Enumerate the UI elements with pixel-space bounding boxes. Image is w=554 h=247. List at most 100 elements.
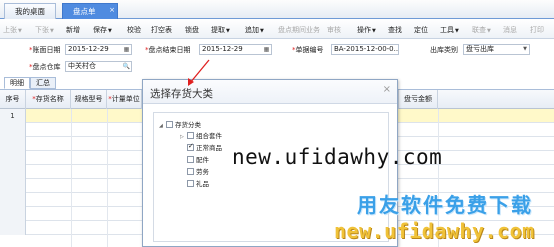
row-number [0,207,26,221]
tab-inventory-count[interactable]: 盘点单 × [62,3,118,19]
toolbar-button-1[interactable]: 下张▼ [35,25,54,35]
dialog-titlebar: 选择存货大类 × [143,80,397,104]
checkbox[interactable] [187,168,194,175]
toolbar-button-15[interactable]: 联查▼ [472,25,491,35]
out-type-label: 出库类别 [430,46,458,54]
toolbar-button-9[interactable]: 盘点期间业务 [278,25,320,35]
chevron-down-icon: ▼ [18,28,22,34]
toolbar-button-label: 下张 [35,26,49,34]
tree-node-parts[interactable]: 配件 [187,156,209,165]
toolbar-button-label: 消息 [503,26,517,34]
warehouse-field[interactable]: 中关村仓 🔍 [65,61,132,72]
toolbar-button-label: 工具 [440,26,454,34]
close-icon[interactable]: × [383,84,391,95]
toolbar-button-label: 校验 [127,26,141,34]
row-number [0,165,26,179]
document-tab-bar: 我的桌面 盘点单 × [0,0,554,19]
toolbar: 上张▼ 下张▼ 新增 保存▼ 校验 打空表 锁盘 提取▼ 追加▼ 盘点期间业务 审核 操作▼ 查找 定位工… [0,19,554,39]
toolbar-button-label: 新增 [66,26,80,34]
chevron-down-icon: ▼ [50,28,54,34]
column-header-loss-amount: 盘亏金额 [398,90,438,109]
row-number [0,193,26,207]
toolbar-button-5[interactable]: 打空表 [151,25,172,35]
toolbar-button-13[interactable]: 定位 [414,25,428,35]
tree-node-root[interactable]: ◢ 存货分类 [159,121,201,130]
doc-number-label: *单据编号 [292,46,324,54]
toolbar-button-16[interactable]: 消息 [503,25,517,35]
watermark-slogan: 用友软件免费下载 [357,193,533,217]
chevron-down-icon: ▼ [372,28,376,34]
column-header-spec: 规格型号 [71,90,107,109]
toolbar-button-label: 锁盘 [185,26,199,34]
column-header-name: *存货名称 [26,90,71,109]
chevron-down-icon: ▼ [523,46,527,52]
toolbar-button-0[interactable]: 上张▼ [3,25,22,35]
expand-icon[interactable]: ▷ [180,133,187,142]
out-type-select[interactable]: 盘亏出库 ▼ [463,44,530,55]
tree-node-service[interactable]: 劳务 [187,168,209,177]
calendar-icon[interactable]: ▦ [262,45,271,54]
tree-node-normal-goods[interactable]: 正常商品 [187,142,222,153]
toolbar-button-label: 查找 [388,26,402,34]
toolbar-button-6[interactable]: 锁盘 [185,25,199,35]
checkbox[interactable] [187,180,194,187]
checkbox[interactable] [187,156,194,163]
toolbar-button-label: 定位 [414,26,428,34]
dialog-title: 选择存货大类 [150,88,213,100]
toolbar-button-8[interactable]: 追加▼ [245,25,264,35]
chevron-down-icon: ▼ [260,28,264,34]
toolbar-button-14[interactable]: 工具▼ [440,25,459,35]
tab-detail[interactable]: 明细 [4,77,30,89]
toolbar-button-7[interactable]: 提取▼ [211,25,230,35]
checkbox[interactable] [166,121,173,128]
toolbar-button-17[interactable]: 打印 [530,25,544,35]
toolbar-button-label: 盘点期间业务 [278,26,320,34]
toolbar-button-label: 打印 [530,26,544,34]
search-icon[interactable]: 🔍 [122,62,131,71]
chevron-down-icon: ▼ [226,28,230,34]
toolbar-button-11[interactable]: 操作▼ [357,25,376,35]
close-icon[interactable]: × [109,3,115,18]
end-date-field[interactable]: 2015-12-29 ▦ [199,44,272,55]
checkbox-checked[interactable] [187,142,194,151]
toolbar-button-label: 追加 [245,26,259,34]
toolbar-button-label: 上张 [3,26,17,34]
doc-number-field[interactable]: BA-2015-12-00-0... [331,44,399,55]
chevron-down-icon: ▼ [108,28,112,34]
warehouse-label: *盘点仓库 [29,63,61,71]
chevron-down-icon: ▼ [455,28,459,34]
row-number [0,221,26,235]
toolbar-button-4[interactable]: 校验 [127,25,141,35]
watermark-url: new.ufidawhy.com [232,145,443,169]
toolbar-button-2[interactable]: 新增 [66,25,80,35]
account-date-field[interactable]: 2015-12-29 ▦ [65,44,132,55]
tree-node-combo-kit[interactable]: ▷ 组合套件 [180,132,222,141]
row-number [0,137,26,151]
watermark-url-bottom: new.ufidawhy.com [334,219,535,243]
collapse-icon[interactable]: ◢ [159,122,166,131]
tab-my-desktop[interactable]: 我的桌面 [4,3,56,19]
column-header-seq: 序号 [0,90,26,109]
row-number: 1 [0,109,26,123]
toolbar-button-label: 提取 [211,26,225,34]
tab-label: 我的桌面 [15,7,45,16]
checkbox[interactable] [187,132,194,139]
toolbar-button-label: 审核 [327,26,341,34]
toolbar-button-label: 操作 [357,26,371,34]
toolbar-button-label: 打空表 [151,26,172,34]
toolbar-button-label: 保存 [93,26,107,34]
row-number [0,151,26,165]
toolbar-button-label: 联查 [472,26,486,34]
row-number [0,123,26,137]
toolbar-button-10[interactable]: 审核 [327,25,341,35]
toolbar-button-3[interactable]: 保存▼ [93,25,112,35]
row-number [0,179,26,193]
tab-label: 盘点单 [73,7,96,16]
toolbar-button-12[interactable]: 查找 [388,25,402,35]
end-date-label: *盘点结束日期 [145,46,191,54]
column-header-unit: *计量单位 [107,90,142,109]
tree-node-gift[interactable]: 礼品 [187,180,209,189]
tab-summary[interactable]: 汇总 [30,77,56,89]
chevron-down-icon: ▼ [487,28,491,34]
calendar-icon[interactable]: ▦ [122,45,131,54]
